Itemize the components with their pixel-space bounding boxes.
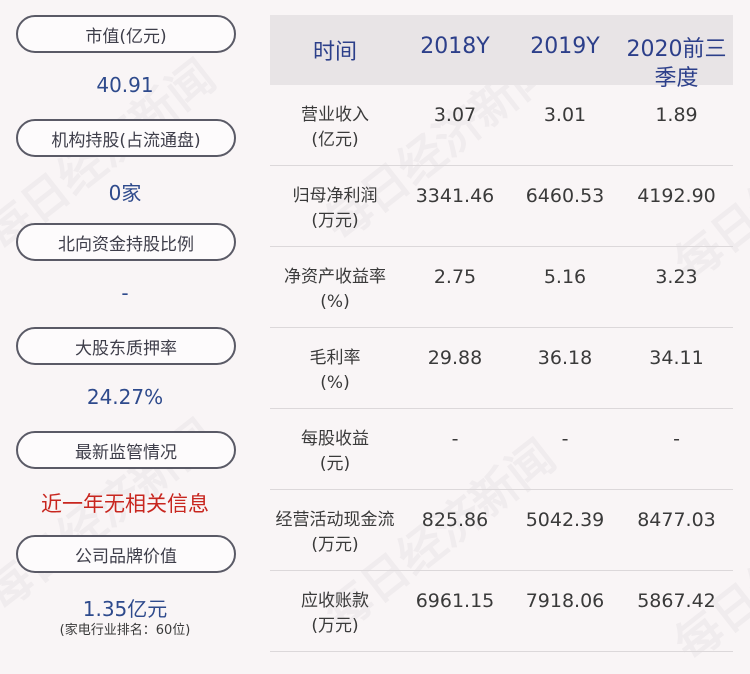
brand-value-label: 公司品牌价值: [16, 535, 236, 573]
northbound-ratio-value: -: [121, 281, 129, 305]
table-cell: 4192.90: [637, 185, 716, 207]
table-cell: 3.23: [655, 266, 698, 288]
table-cell: 7918.06: [525, 590, 605, 612]
table-cell: 1.89: [655, 104, 698, 126]
row-label: 营业收入 (亿元): [301, 105, 369, 150]
institution-holding-label: 机构持股(占流通盘): [16, 119, 236, 157]
pledge-rate-label: 大股东质押率: [16, 327, 236, 365]
row-label: 应收账款 (万元): [301, 591, 369, 636]
table-cell: 2.75: [433, 266, 477, 288]
table-cell: 825.86: [421, 509, 489, 531]
table-cell: 34.11: [649, 347, 704, 369]
financial-table: 时间 2018Y 2019Y 2020前三季度 营业收入 (亿元) 3.07 3.…: [270, 15, 733, 652]
table-cell: -: [451, 428, 459, 450]
regulation-value: 近一年无相关信息: [41, 492, 209, 516]
table-cell: 5.16: [543, 266, 587, 288]
table-cell: 3341.46: [415, 185, 495, 207]
market-cap-value: 40.91: [96, 73, 154, 97]
table-header: 时间 2018Y 2019Y 2020前三季度: [270, 15, 733, 91]
brand-rank-note: (家电行业排名：60位): [59, 623, 191, 638]
table-row: 毛利率 (%) 29.88 36.18 34.11: [270, 328, 733, 409]
table-cell: 6460.53: [525, 185, 605, 207]
header-time: 时间: [312, 40, 357, 65]
table-cell: 3.07: [433, 104, 477, 126]
table-cell: -: [673, 428, 680, 450]
northbound-ratio-label: 北向资金持股比例: [16, 223, 236, 261]
row-label: 毛利率 (%): [309, 348, 361, 393]
table-row: 净资产收益率 (%) 2.75 5.16 3.23: [270, 247, 733, 328]
table-cell: -: [561, 428, 569, 450]
row-label: 经营活动现金流 (万元): [275, 510, 395, 555]
table-row: 营业收入 (亿元) 3.07 3.01 1.89: [270, 85, 733, 166]
table-cell: 3.01: [543, 104, 587, 126]
table-cell: 5867.42: [637, 590, 716, 612]
table-row: 应收账款 (万元) 6961.15 7918.06 5867.42: [270, 571, 733, 652]
pledge-rate-value: 24.27%: [86, 385, 164, 409]
market-cap-label: 市值(亿元): [16, 15, 236, 53]
table-row: 归母净利润 (万元) 3341.46 6460.53 4192.90: [270, 166, 733, 247]
header-2019: 2019Y: [530, 34, 600, 59]
table-cell: 8477.03: [637, 509, 716, 531]
table-row: 经营活动现金流 (万元) 825.86 5042.39 8477.03: [270, 490, 733, 571]
left-panel: 市值(亿元) 40.91 机构持股(占流通盘) 0家 北向资金持股比例 - 大股…: [0, 0, 250, 667]
header-2018: 2018Y: [420, 34, 490, 59]
row-label: 每股收益 (元): [301, 429, 369, 474]
table-row: 每股收益 (元) - - -: [270, 409, 733, 490]
row-label: 净资产收益率 (%): [284, 267, 386, 312]
table-cell: 6961.15: [415, 590, 495, 612]
table-cell: 5042.39: [525, 509, 605, 531]
brand-value-value: 1.35亿元: [82, 597, 168, 621]
table-cell: 36.18: [537, 347, 593, 369]
institution-holding-value: 0家: [108, 181, 142, 205]
row-label: 归母净利润 (万元): [292, 186, 378, 231]
table-cell: 29.88: [427, 347, 483, 369]
regulation-label: 最新监管情况: [16, 431, 236, 469]
